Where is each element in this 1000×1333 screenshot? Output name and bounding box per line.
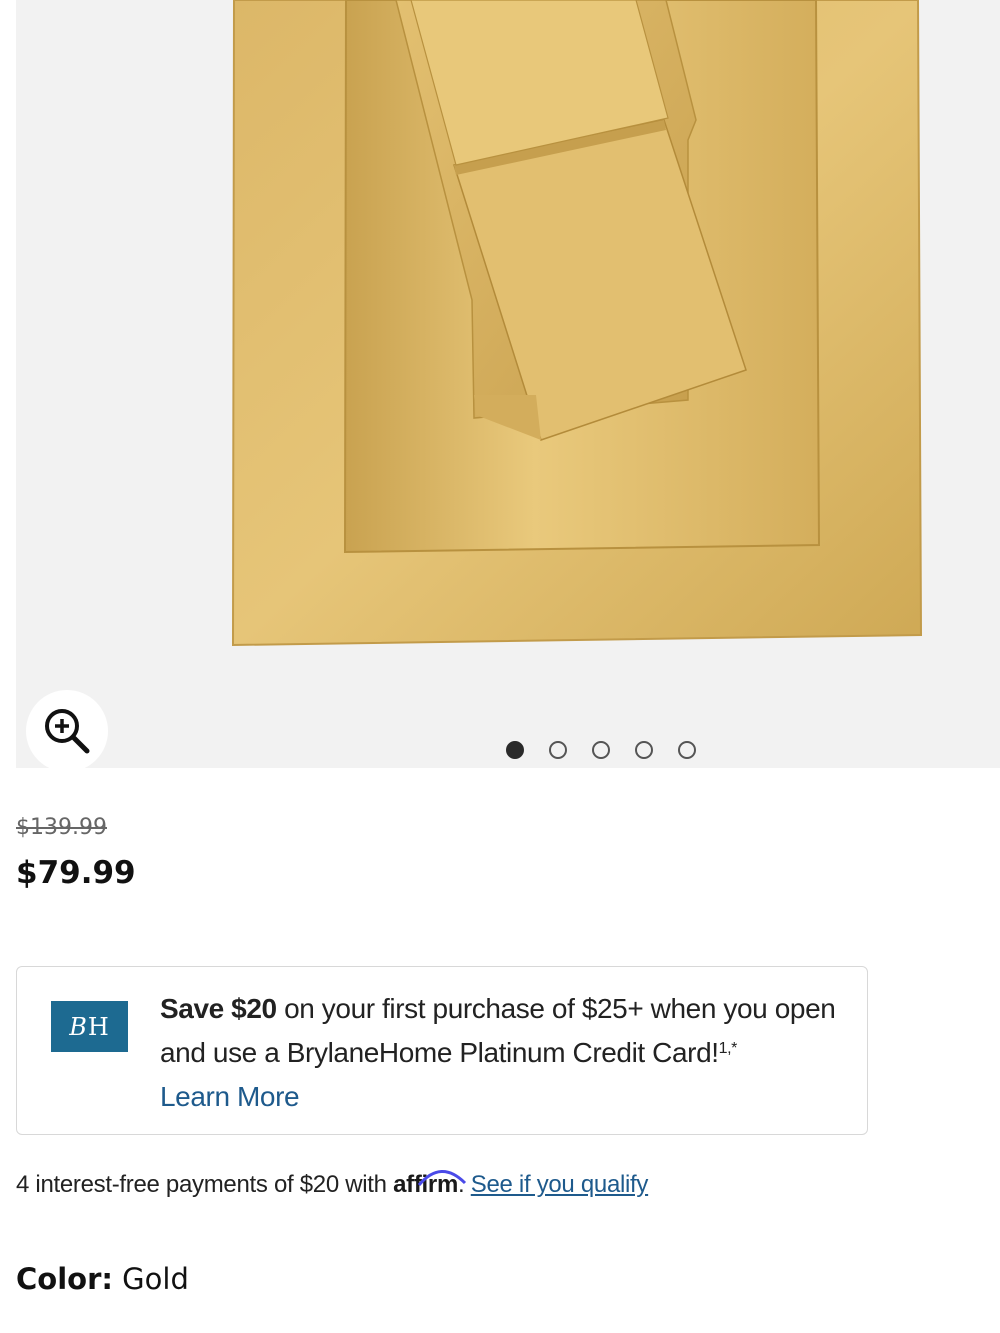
brylanehome-logo: BH [51, 1001, 128, 1052]
original-price: $139.99 [16, 815, 107, 840]
promo-headline-bold: Save $20 [160, 993, 277, 1024]
financing-text: 4 interest-free payments of $20 with [16, 1171, 394, 1198]
financing-line: 4 interest-free payments of $20 with aff… [16, 1170, 649, 1199]
see-if-you-qualify-link[interactable]: See if you qualify [471, 1171, 649, 1198]
zoom-in-icon [45, 709, 90, 754]
logo-letter-b: B [69, 1012, 88, 1041]
logo-letter-h: H [87, 1012, 110, 1041]
carousel-dots [506, 741, 696, 759]
product-image-gallery[interactable] [16, 0, 1000, 768]
affirm-logo: affirm [393, 1170, 467, 1198]
zoom-button[interactable] [26, 690, 108, 768]
carousel-dot-1[interactable] [506, 741, 524, 759]
carousel-dot-3[interactable] [592, 741, 610, 759]
sale-price: $79.99 [16, 855, 136, 891]
carousel-dot-4[interactable] [635, 741, 653, 759]
promo-text: Save $20 on your first purchase of $25+ … [160, 987, 850, 1119]
carousel-dot-5[interactable] [678, 741, 696, 759]
color-selection: Color: Gold [16, 1262, 189, 1296]
credit-card-promo: BH Save $20 on your first purchase of $2… [16, 966, 868, 1135]
promo-footnote: 1,* [718, 1040, 738, 1057]
affirm-arc-icon [417, 1170, 467, 1186]
color-value: Gold [112, 1262, 189, 1296]
color-label: Color: [16, 1262, 113, 1296]
product-image[interactable] [16, 0, 1000, 768]
carousel-dot-2[interactable] [549, 741, 567, 759]
learn-more-link[interactable]: Learn More [160, 1075, 300, 1119]
